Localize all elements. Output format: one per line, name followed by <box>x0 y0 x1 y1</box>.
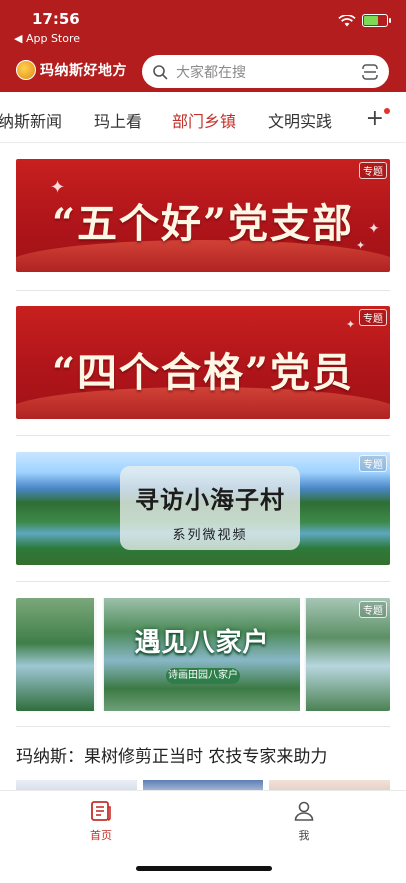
wifi-icon <box>338 14 356 26</box>
banner-subtitle: 系列微视频 <box>172 528 248 543</box>
new-dot-badge <box>384 108 390 114</box>
home-indicator[interactable] <box>136 866 272 871</box>
newspaper-icon <box>91 801 111 821</box>
app-screen: 17:56 ◀ App Store 玛纳斯好地方 大家都在搜 纳斯新闻 玛上看 … <box>0 0 406 883</box>
tab-home-label: 首页 <box>90 829 112 842</box>
channel-tabs: 纳斯新闻 玛上看 部门乡镇 文明实践 + <box>0 100 406 136</box>
topic-tag: 专题 <box>359 162 387 179</box>
scan-icon[interactable] <box>361 63 379 81</box>
dove-icon: ✦ <box>346 318 356 331</box>
divider <box>16 581 390 582</box>
app-logo: 玛纳斯好地方 <box>16 60 127 80</box>
divider <box>16 290 390 291</box>
news-headline[interactable]: 玛纳斯：果树修剪正当时 农技专家来助力 <box>16 742 327 767</box>
tab-me[interactable]: 我 <box>274 799 334 843</box>
banner-headline: “五个好”党支部 <box>51 200 354 247</box>
app-header: 17:56 ◀ App Store 玛纳斯好地方 大家都在搜 <box>0 0 406 92</box>
tab-home[interactable]: 首页 <box>71 799 131 843</box>
banner-five-good-branch[interactable]: ✦ ✦ ✦ “五个好”党支部 专题 <box>16 159 390 272</box>
divider <box>16 726 390 727</box>
add-channel-icon[interactable]: + <box>366 106 384 131</box>
banner-four-qualified-members[interactable]: ✦ “四个合格”党员 专题 <box>16 306 390 419</box>
tab-ma-shang-kan[interactable]: 玛上看 <box>94 108 142 132</box>
banner-headline: 遇见八家户 <box>134 628 270 658</box>
search-placeholder[interactable]: 大家都在搜 <box>176 62 361 82</box>
back-to-app-store[interactable]: ◀ App Store <box>14 32 80 45</box>
banner-subtitle: 诗画田园八家户 <box>166 668 240 684</box>
topic-tag: 专题 <box>359 455 387 472</box>
search-icon <box>153 64 168 79</box>
tab-civilization-practice[interactable]: 文明实践 <box>268 108 332 132</box>
banner-headline: “四个合格”党员 <box>51 349 354 396</box>
user-icon <box>294 801 314 821</box>
banner-bajiahu[interactable]: 遇见八家户 诗画田园八家户 专题 <box>16 598 390 711</box>
topic-tag: 专题 <box>359 309 387 326</box>
search-bar[interactable]: 大家都在搜 <box>142 55 389 88</box>
topic-tag: 专题 <box>359 601 387 618</box>
tab-manas-news[interactable]: 纳斯新闻 <box>0 108 62 132</box>
logo-mark-icon <box>16 60 36 80</box>
battery-icon <box>362 14 391 27</box>
logo-text: 玛纳斯好地方 <box>40 63 127 79</box>
banner-title-card: 寻访小海子村 系列微视频 <box>120 466 300 550</box>
divider <box>0 142 406 143</box>
tab-me-label: 我 <box>298 829 310 842</box>
banner-xiaohaizi-village[interactable]: 寻访小海子村 系列微视频 专题 <box>16 452 390 565</box>
divider <box>16 435 390 436</box>
landscape-photo <box>16 598 94 711</box>
status-time: 17:56 <box>32 10 80 28</box>
status-icons <box>338 14 391 27</box>
banner-headline: 寻访小海子村 <box>135 485 285 514</box>
tab-departments-towns[interactable]: 部门乡镇 <box>172 108 236 132</box>
